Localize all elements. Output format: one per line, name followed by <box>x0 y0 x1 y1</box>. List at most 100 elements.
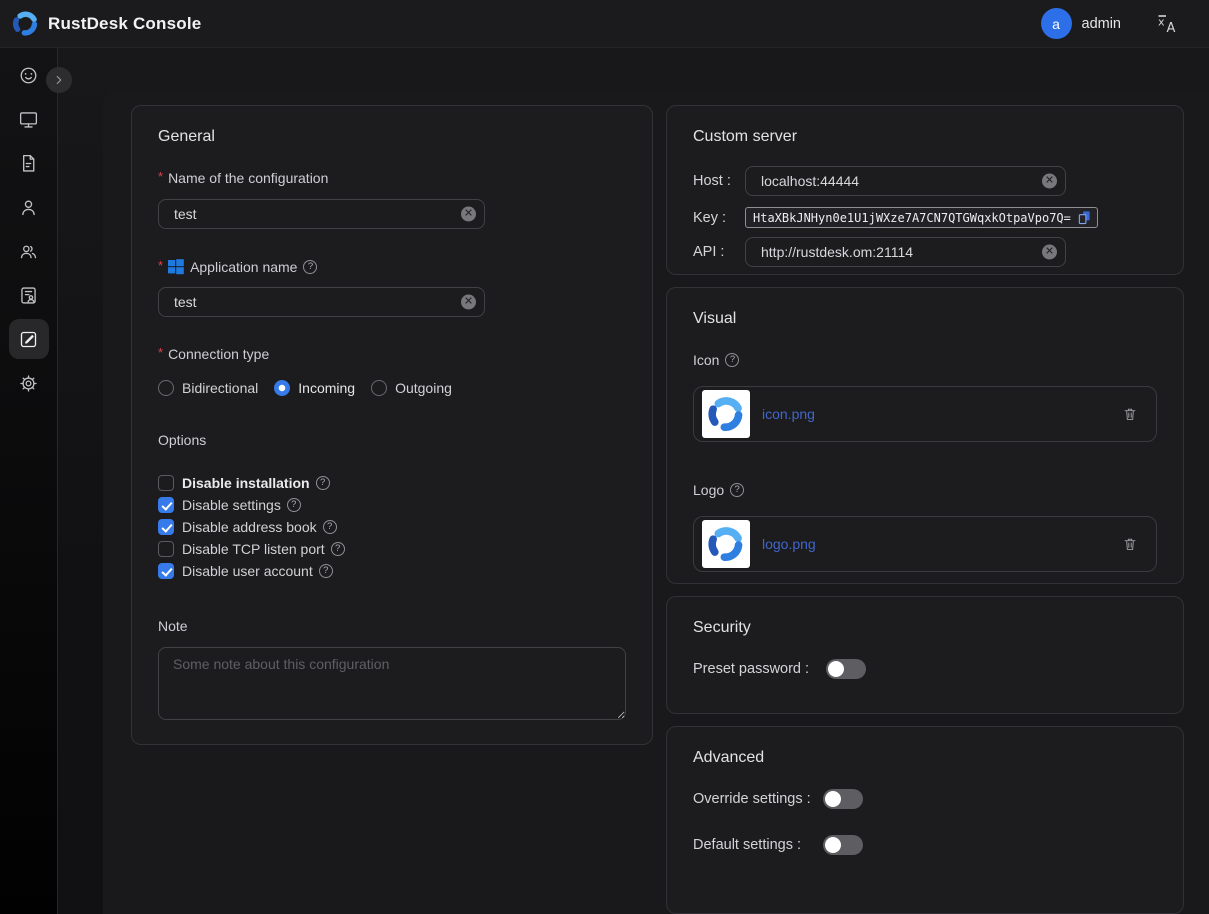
visual-title: Visual <box>693 310 1157 328</box>
checkbox-disable-address-book[interactable]: Disable address book ? <box>158 519 626 535</box>
monitor-icon <box>18 109 39 130</box>
logo-thumbnail <box>702 520 750 568</box>
user-menu[interactable]: a admin <box>1041 8 1122 39</box>
checkbox-box <box>158 519 174 535</box>
topbar: RustDesk Console a admin x A <box>0 0 1209 48</box>
api-label: API : <box>693 244 745 260</box>
user-icon <box>18 197 39 218</box>
brand: RustDesk Console <box>12 10 201 37</box>
help-icon[interactable]: ? <box>303 260 317 274</box>
logo-upload-row: logo.png <box>693 516 1157 572</box>
icon-thumbnail <box>702 390 750 438</box>
checkbox-disable-tcp-listen-port[interactable]: Disable TCP listen port ? <box>158 541 626 557</box>
clear-icon[interactable]: ✕ <box>461 295 476 310</box>
api-input[interactable] <box>745 237 1066 267</box>
sidebar <box>0 48 58 914</box>
radio-incoming[interactable]: Incoming <box>274 380 355 396</box>
windows-logo-icon <box>168 259 184 275</box>
radio-dot <box>274 380 290 396</box>
sidebar-item-devices[interactable] <box>9 99 49 139</box>
delete-logo-button[interactable] <box>1120 534 1140 554</box>
help-icon[interactable]: ? <box>331 542 345 556</box>
checkbox-disable-user-account[interactable]: Disable user account ? <box>158 563 626 579</box>
general-title: General <box>158 128 626 146</box>
translate-icon[interactable]: x A <box>1155 11 1181 37</box>
key-label: Key : <box>693 210 745 226</box>
logo-label: Logo ? <box>693 482 1157 498</box>
sidebar-item-settings[interactable] <box>9 363 49 403</box>
radio-bidirectional[interactable]: Bidirectional <box>158 380 258 396</box>
checkbox-disable-settings[interactable]: Disable settings ? <box>158 497 626 513</box>
content-area: General * Name of the configuration ✕ * <box>58 48 1209 914</box>
svg-text:x: x <box>1158 15 1165 28</box>
help-icon[interactable]: ? <box>316 476 330 490</box>
host-input[interactable] <box>745 166 1066 196</box>
logo-file-link[interactable]: logo.png <box>762 536 1108 552</box>
options-label: Options <box>158 432 626 448</box>
app-title: RustDesk Console <box>48 14 201 34</box>
note-label: Note <box>158 618 626 634</box>
help-icon[interactable]: ? <box>287 498 301 512</box>
key-value: HtaXBkJNHyn0e1U1jWXze7A7CN7QTGWqxkOtpaVp… <box>745 207 1098 228</box>
advanced-card: Advanced Override settings : Default set… <box>666 726 1184 914</box>
options-list: Disable installation ? Disable settings … <box>158 475 626 579</box>
host-label: Host : <box>693 173 745 189</box>
help-icon[interactable]: ? <box>319 564 333 578</box>
sidebar-item-dashboard[interactable] <box>9 55 49 95</box>
sidebar-item-groups[interactable] <box>9 231 49 271</box>
clear-icon[interactable]: ✕ <box>1042 245 1057 260</box>
trash-icon <box>1122 536 1138 552</box>
name-label: * Name of the configuration <box>158 170 626 186</box>
document-user-icon <box>18 285 39 306</box>
name-input[interactable] <box>158 199 485 229</box>
application-name-input[interactable] <box>158 287 485 317</box>
copy-icon[interactable] <box>1077 210 1092 225</box>
checkbox-box <box>158 475 174 491</box>
help-icon[interactable]: ? <box>323 520 337 534</box>
api-input-wrap: ✕ <box>745 237 1066 267</box>
note-textarea[interactable] <box>158 647 626 720</box>
default-settings-toggle[interactable] <box>823 835 863 855</box>
clear-icon[interactable]: ✕ <box>1042 174 1057 189</box>
security-title: Security <box>693 619 1157 637</box>
avatar[interactable]: a <box>1041 8 1072 39</box>
icon-label: Icon ? <box>693 352 1157 368</box>
security-card: Security Preset password : <box>666 596 1184 714</box>
icon-file-link[interactable]: icon.png <box>762 406 1108 422</box>
user-name: admin <box>1082 16 1122 32</box>
users-group-icon <box>18 241 39 262</box>
custom-server-card: Custom server Host : ✕ Key : HtaXBkJNHyn… <box>666 105 1184 275</box>
connection-type-group: Bidirectional Incoming Outgoing <box>158 380 626 396</box>
checkbox-box <box>158 541 174 557</box>
document-icon <box>18 153 39 174</box>
application-name-label: * Application name ? <box>158 259 626 275</box>
checkbox-disable-installation[interactable]: Disable installation ? <box>158 475 626 491</box>
name-input-wrap: ✕ <box>158 199 485 229</box>
edit-icon <box>18 329 39 350</box>
sidebar-item-documents[interactable] <box>9 143 49 183</box>
sidebar-item-audit[interactable] <box>9 275 49 315</box>
gear-icon <box>18 373 39 394</box>
sidebar-item-users[interactable] <box>9 187 49 227</box>
main-panel: General * Name of the configuration ✕ * <box>103 90 1209 914</box>
smiley-icon <box>18 65 39 86</box>
general-card: General * Name of the configuration ✕ * <box>131 105 653 745</box>
delete-icon-button[interactable] <box>1120 404 1140 424</box>
icon-upload-row: icon.png <box>693 386 1157 442</box>
help-icon[interactable]: ? <box>730 483 744 497</box>
override-settings-label: Override settings : <box>693 791 823 807</box>
svg-text:A: A <box>1167 21 1176 36</box>
checkbox-box <box>158 563 174 579</box>
preset-password-toggle[interactable] <box>826 659 866 679</box>
override-settings-toggle[interactable] <box>823 789 863 809</box>
clear-icon[interactable]: ✕ <box>461 207 476 222</box>
rustdesk-logo-icon <box>12 10 39 37</box>
application-name-input-wrap: ✕ <box>158 287 485 317</box>
advanced-title: Advanced <box>693 749 1157 767</box>
radio-outgoing[interactable]: Outgoing <box>371 380 452 396</box>
custom-server-title: Custom server <box>693 128 1157 146</box>
sidebar-item-custom-clients[interactable] <box>9 319 49 359</box>
trash-icon <box>1122 406 1138 422</box>
sidebar-expand-button[interactable] <box>46 67 72 93</box>
help-icon[interactable]: ? <box>725 353 739 367</box>
